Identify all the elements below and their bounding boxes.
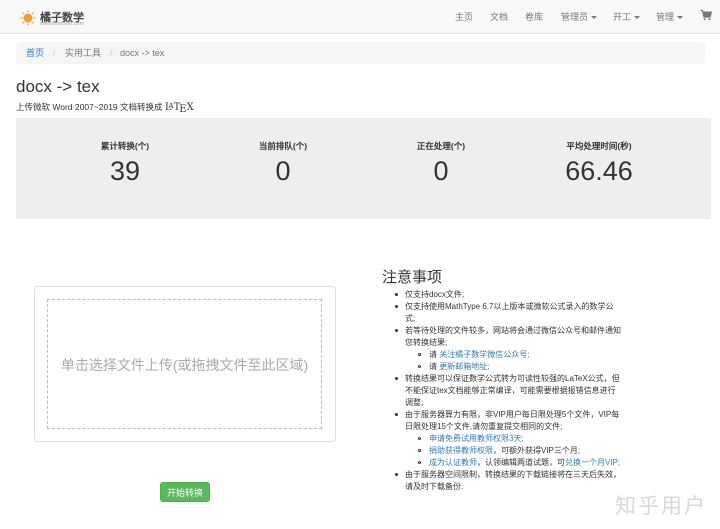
- note-text: 仅支持docx文件;: [405, 290, 465, 299]
- list-item: 捐助获得教师权限，可额外获得VIP三个月;: [383, 445, 623, 457]
- list-item: 申请免费试用教师权限3天;: [383, 433, 623, 445]
- latex-logo: LATEX: [165, 102, 194, 115]
- orange-sun-logo: [20, 10, 36, 26]
- nav-manage-label: 管理: [656, 12, 675, 22]
- note-text: 若等待处理的文件较多，网站将会通过微信公众号和邮件通知您转换结果;: [405, 326, 621, 347]
- watermark: 知乎用户: [615, 495, 707, 518]
- update-email-link[interactable]: 更新邮箱地址;: [439, 362, 489, 371]
- subtitle-text: 上传微软 Word 2007~2019 文档转换成: [16, 102, 163, 112]
- file-drop-zone[interactable]: 单击选择文件上传(或拖拽文件至此区域): [47, 299, 322, 429]
- redeem-vip-link[interactable]: 兑换一个月VIP;: [565, 458, 620, 467]
- breadcrumb-separator: /: [53, 48, 56, 58]
- start-convert-button[interactable]: 开始转换: [160, 482, 210, 502]
- circle-bullet-icon: [418, 460, 421, 464]
- bullet-icon: [395, 293, 398, 296]
- breadcrumb-home-link[interactable]: 首页: [26, 48, 44, 58]
- list-item: 由于服务器算力有限，非VIP用户每日限处理5个文件，VIP每日限处理15个文件,…: [383, 409, 623, 433]
- stat-avg-time-label: 平均处理时间(秒): [566, 141, 632, 151]
- stat-processing-label: 正在处理(个): [416, 141, 466, 151]
- note-text: 由于服务器空间限制，转换结果的下载链接将在三天后失效，请及时下载备份.: [405, 470, 621, 491]
- circle-bullet-icon: [418, 352, 421, 356]
- note-text: 请: [429, 350, 437, 359]
- list-item: 请 更新邮箱地址;: [383, 361, 623, 373]
- follow-wechat-link[interactable]: 关注橘子数学微信公众号;: [439, 350, 529, 359]
- certified-teacher-link[interactable]: 成为认证教师: [429, 458, 477, 467]
- note-text: 仅支持使用MathType 6.7以上版本或微软公式录入的数学公式;: [405, 302, 614, 323]
- note-text: 转换结果可以保证数学公式转为可读性较强的LaTeX公式，但不能保证tex文档能够…: [405, 374, 620, 407]
- list-item: 仅支持docx文件;: [383, 289, 623, 301]
- nav-admin-label: 管理员: [561, 12, 589, 22]
- stat-queue-label: 当前排队(个): [258, 141, 308, 151]
- nav-docs[interactable]: 文档: [490, 10, 508, 23]
- note-text: 由于服务器算力有限，非VIP用户每日限处理5个文件，VIP每日限处理15个文件,…: [405, 410, 620, 431]
- nav-home[interactable]: 主页: [455, 10, 473, 23]
- trial-teacher-link[interactable]: 申请免费试用教师权限3天;: [429, 434, 524, 443]
- circle-bullet-icon: [418, 448, 421, 452]
- list-item: 由于服务器空间限制，转换结果的下载链接将在三天后失效，请及时下载备份.: [383, 469, 623, 493]
- breadcrumb: 首页 / 实用工具 / docx -> tex: [16, 42, 705, 64]
- brand-subtitle: mathsfoolsoft.com: [40, 21, 84, 27]
- bullet-icon: [395, 377, 398, 380]
- cart-icon[interactable]: [700, 9, 712, 21]
- notes-list: 仅支持docx文件; 仅支持使用MathType 6.7以上版本或微软公式录入的…: [383, 289, 623, 493]
- list-item: 仅支持使用MathType 6.7以上版本或微软公式录入的数学公式;: [383, 301, 623, 325]
- notes-title: 注意事项: [382, 269, 443, 286]
- stat-queue-value: 0: [275, 156, 291, 186]
- list-item: 成为认证教师，认领编辑两道试题，可兑换一个月VIP;: [383, 457, 623, 469]
- nav-question-bank[interactable]: 卷库: [525, 10, 543, 23]
- bullet-icon: [395, 413, 398, 416]
- note-text: ，可额外获得VIP三个月;: [493, 446, 581, 455]
- bullet-icon: [395, 329, 398, 332]
- donate-teacher-link[interactable]: 捐助获得教师权限: [429, 446, 493, 455]
- chevron-down-icon: [677, 16, 684, 20]
- chevron-down-icon: [591, 16, 598, 20]
- nav-developer-label: 开工: [613, 12, 632, 22]
- list-item: 若等待处理的文件较多，网站将会通过微信公众号和邮件通知您转换结果;: [383, 325, 623, 349]
- breadcrumb-current: docx -> tex: [120, 48, 165, 58]
- nav-developer-dropdown[interactable]: 开工: [613, 10, 641, 23]
- list-item: 转换结果可以保证数学公式转为可读性较强的LaTeX公式，但不能保证tex文档能够…: [383, 373, 623, 409]
- stat-avg-time-value: 66.46: [565, 156, 633, 186]
- latex-letter: E: [179, 104, 187, 115]
- breadcrumb-tools[interactable]: 实用工具: [65, 42, 101, 64]
- latex-letter: X: [186, 102, 194, 113]
- circle-bullet-icon: [418, 364, 421, 368]
- chevron-down-icon: [634, 16, 641, 20]
- list-item: 请 关注橘子数学微信公众号;: [383, 349, 623, 361]
- bullet-icon: [395, 473, 398, 476]
- upload-hint: 单击选择文件上传(或拖拽文件至此区域): [60, 357, 309, 373]
- upload-panel: 单击选择文件上传(或拖拽文件至此区域): [34, 286, 336, 442]
- note-text: ，认领编辑两道试题，可: [477, 458, 565, 467]
- nav-manage-dropdown[interactable]: 管理: [656, 10, 684, 23]
- note-text: 请: [429, 362, 437, 371]
- stat-total-label: 累计转换(个): [100, 141, 150, 151]
- bullet-icon: [395, 305, 398, 308]
- page-subtitle: 上传微软 Word 2007~2019 文档转换成 LATEX: [16, 101, 194, 115]
- stat-processing-value: 0: [433, 156, 449, 186]
- stat-total-value: 39: [109, 156, 141, 186]
- circle-bullet-icon: [418, 436, 421, 440]
- stats-panel: 累计转换(个) 39 当前排队(个) 0 正在处理(个) 0 平均处理时间(秒)…: [16, 118, 711, 219]
- page-title: docx -> tex: [16, 77, 100, 96]
- navbar: 橘子数学 mathsfoolsoft.com 主页 文档 卷库 管理员 开工 管…: [0, 0, 720, 34]
- nav-admin-dropdown[interactable]: 管理员: [561, 10, 598, 23]
- breadcrumb-separator: /: [110, 48, 113, 58]
